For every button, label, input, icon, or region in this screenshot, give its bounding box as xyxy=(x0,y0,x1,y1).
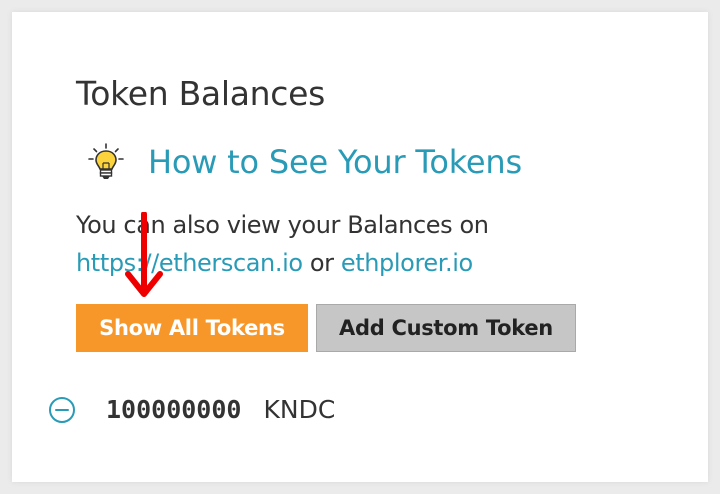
token-balances-panel: Token Balances How to See Your Tokens Yo… xyxy=(12,12,708,482)
token-list-item: 100000000 KNDC xyxy=(48,395,335,424)
howto-row: How to See Your Tokens xyxy=(86,142,522,182)
how-to-see-tokens-link[interactable]: How to See Your Tokens xyxy=(148,143,522,181)
remove-token-icon[interactable] xyxy=(48,396,76,424)
token-symbol: KNDC xyxy=(263,395,336,424)
etherscan-link[interactable]: https://etherscan.io xyxy=(76,249,303,277)
add-custom-token-button[interactable]: Add Custom Token xyxy=(316,304,576,352)
description-text: You can also view your Balances on xyxy=(76,211,489,239)
show-all-tokens-button[interactable]: Show All Tokens xyxy=(76,304,308,352)
panel-title: Token Balances xyxy=(76,74,325,113)
description-or: or xyxy=(302,249,341,277)
lightbulb-icon xyxy=(88,143,124,179)
balances-description: You can also view your Balances on https… xyxy=(76,206,489,282)
token-balance-amount: 100000000 xyxy=(106,395,242,424)
ethplorer-link[interactable]: ethplorer.io xyxy=(341,249,473,277)
